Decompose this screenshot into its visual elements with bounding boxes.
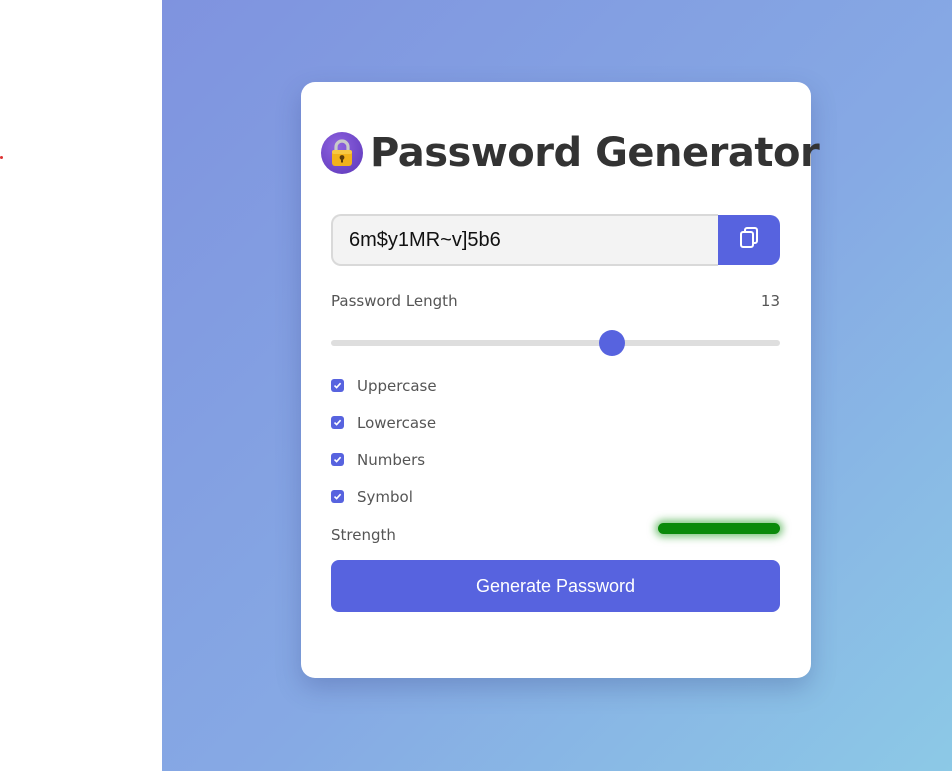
length-value: 13 bbox=[760, 292, 780, 310]
generator-card: Password Generator Password Length 13 bbox=[301, 82, 820, 678]
slider-thumb[interactable] bbox=[598, 330, 625, 356]
symbol-label: Symbol bbox=[357, 487, 413, 506]
copy-button[interactable] bbox=[718, 215, 780, 265]
numbers-label: Numbers bbox=[357, 450, 426, 469]
lowercase-checkbox[interactable] bbox=[331, 416, 344, 429]
uppercase-label: Uppercase bbox=[357, 376, 437, 395]
password-row bbox=[331, 214, 780, 266]
length-row: Password Length 13 bbox=[331, 292, 780, 310]
page: Password Generator Password Length 13 bbox=[0, 0, 952, 771]
options-list: Uppercase Lowercase Numbers Symbol bbox=[331, 367, 437, 515]
strength-label: Strength bbox=[331, 526, 396, 544]
slider-track[interactable] bbox=[331, 340, 780, 346]
generate-password-button[interactable]: Generate Password bbox=[331, 560, 780, 612]
option-numbers[interactable]: Numbers bbox=[331, 441, 437, 478]
symbol-checkbox[interactable] bbox=[331, 490, 344, 503]
page-title: Password Generator bbox=[370, 130, 820, 176]
lock-icon bbox=[321, 132, 363, 174]
length-slider[interactable] bbox=[331, 330, 780, 356]
option-uppercase[interactable]: Uppercase bbox=[331, 367, 437, 404]
copy-icon bbox=[738, 226, 760, 254]
lowercase-label: Lowercase bbox=[357, 413, 437, 432]
stray-dot bbox=[0, 156, 3, 159]
numbers-checkbox[interactable] bbox=[331, 453, 344, 466]
strength-indicator bbox=[658, 523, 780, 534]
length-label: Password Length bbox=[331, 292, 458, 310]
uppercase-checkbox[interactable] bbox=[331, 379, 344, 392]
option-symbol[interactable]: Symbol bbox=[331, 478, 437, 515]
title-row: Password Generator bbox=[321, 130, 820, 176]
password-output[interactable] bbox=[331, 214, 718, 266]
option-lowercase[interactable]: Lowercase bbox=[331, 404, 437, 441]
